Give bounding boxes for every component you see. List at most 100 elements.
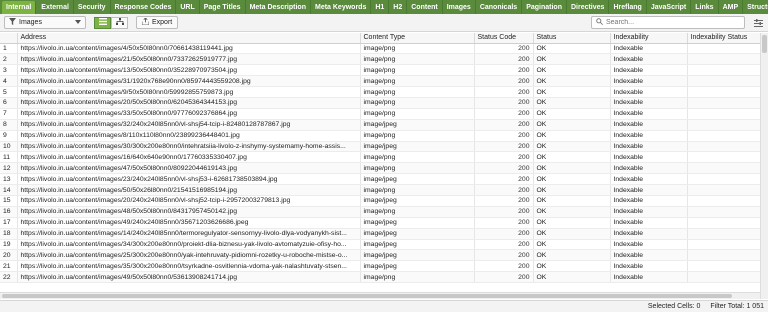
tab-links[interactable]: Links xyxy=(691,0,719,14)
column-header[interactable]: Indexability xyxy=(610,33,688,44)
table-cell[interactable] xyxy=(687,217,761,229)
table-row[interactable]: 8 https://livolo.in.ua/content/images/32/… xyxy=(0,119,761,131)
tab-external[interactable]: External xyxy=(37,0,74,14)
table-cell[interactable]: image/jpeg xyxy=(360,239,475,251)
column-header[interactable]: Address xyxy=(17,33,361,44)
column-settings-icon[interactable] xyxy=(752,17,764,29)
table-cell[interactable]: OK xyxy=(533,206,611,218)
table-cell[interactable]: Indexable xyxy=(610,86,688,98)
table-cell[interactable] xyxy=(687,141,761,153)
search-input[interactable] xyxy=(606,19,736,26)
table-cell[interactable]: https://livolo.in.ua/content/images/13/5… xyxy=(17,64,361,77)
table-cell[interactable]: Indexable xyxy=(610,108,688,120)
table-cell[interactable]: OK xyxy=(533,217,611,229)
table-cell[interactable]: 200 xyxy=(474,97,534,109)
column-header[interactable] xyxy=(0,33,18,44)
table-cell[interactable] xyxy=(687,64,761,77)
table-cell[interactable] xyxy=(687,249,761,262)
table-cell[interactable]: 200 xyxy=(474,217,534,229)
table-cell[interactable] xyxy=(687,53,761,66)
table-cell[interactable]: OK xyxy=(533,75,611,88)
table-cell[interactable]: 5 xyxy=(0,86,18,98)
tab-page-titles[interactable]: Page Titles xyxy=(200,0,246,14)
table-cell[interactable]: https://livolo.in.ua/content/images/32/2… xyxy=(17,119,361,131)
table-cell[interactable] xyxy=(687,97,761,109)
table-cell[interactable]: image/png xyxy=(360,162,475,175)
table-cell[interactable]: OK xyxy=(533,195,611,207)
table-cell[interactable]: Indexable xyxy=(610,271,688,284)
table-cell[interactable]: image/jpeg xyxy=(360,141,475,153)
table-cell[interactable]: Indexable xyxy=(610,173,688,186)
table-cell[interactable]: 200 xyxy=(474,249,534,262)
table-cell[interactable]: https://livolo.in.ua/content/images/8/11… xyxy=(17,130,361,142)
table-cell[interactable]: 2 xyxy=(0,53,18,66)
table-cell[interactable]: Indexable xyxy=(610,151,688,164)
table-cell[interactable]: Indexable xyxy=(610,217,688,229)
table-row[interactable]: 1 https://livolo.in.ua/content/images/4/5… xyxy=(0,43,761,55)
table-row[interactable]: 14 https://livolo.in.ua/content/images/50… xyxy=(0,184,761,196)
table-cell[interactable]: 200 xyxy=(474,184,534,196)
table-cell[interactable]: https://livolo.in.ua/content/images/35/3… xyxy=(17,260,361,273)
tab-structured-data[interactable]: Structured Data xyxy=(743,0,768,14)
table-cell[interactable]: OK xyxy=(533,43,611,55)
table-cell[interactable]: 4 xyxy=(0,75,18,88)
table-cell[interactable]: OK xyxy=(533,271,611,284)
tab-amp[interactable]: AMP xyxy=(719,0,744,14)
table-cell[interactable]: https://livolo.in.ua/content/images/20/2… xyxy=(17,195,361,207)
table-cell[interactable]: Indexable xyxy=(610,195,688,207)
table-cell[interactable]: image/jpeg xyxy=(360,173,475,186)
table-cell[interactable]: image/jpeg xyxy=(360,195,475,207)
table-cell[interactable]: image/jpeg xyxy=(360,228,475,240)
table-cell[interactable]: https://livolo.in.ua/content/images/23/2… xyxy=(17,173,361,186)
table-cell[interactable]: 7 xyxy=(0,108,18,120)
table-cell[interactable]: 200 xyxy=(474,75,534,88)
table-cell[interactable]: 11 xyxy=(0,151,18,164)
table-cell[interactable]: image/png xyxy=(360,86,475,98)
table-cell[interactable] xyxy=(687,271,761,284)
table-cell[interactable]: 16 xyxy=(0,206,18,218)
table-row[interactable]: 3 https://livolo.in.ua/content/images/13/… xyxy=(0,64,761,77)
table-cell[interactable]: image/jpeg xyxy=(360,217,475,229)
tab-meta-description[interactable]: Meta Description xyxy=(246,0,311,14)
table-cell[interactable]: 15 xyxy=(0,195,18,207)
table-cell[interactable]: Indexable xyxy=(610,64,688,77)
table-cell[interactable]: https://livolo.in.ua/content/images/16/6… xyxy=(17,151,361,164)
table-cell[interactable] xyxy=(687,108,761,120)
list-view-button[interactable] xyxy=(94,16,111,29)
table-cell[interactable]: https://livolo.in.ua/content/images/4/50… xyxy=(17,43,361,55)
table-cell[interactable]: https://livolo.in.ua/content/images/30/3… xyxy=(17,141,361,153)
table-cell[interactable]: https://livolo.in.ua/content/images/47/5… xyxy=(17,162,361,175)
table-cell[interactable]: Indexable xyxy=(610,228,688,240)
table-cell[interactable]: https://livolo.in.ua/content/images/48/5… xyxy=(17,206,361,218)
table-row[interactable]: 13 https://livolo.in.ua/content/images/23… xyxy=(0,173,761,186)
table-cell[interactable]: 19 xyxy=(0,239,18,251)
table-cell[interactable] xyxy=(687,86,761,98)
table-row[interactable]: 15 https://livolo.in.ua/content/images/20… xyxy=(0,195,761,207)
table-cell[interactable] xyxy=(687,162,761,175)
table-cell[interactable]: 200 xyxy=(474,86,534,98)
table-cell[interactable]: OK xyxy=(533,173,611,186)
table-cell[interactable]: https://livolo.in.ua/content/images/21/5… xyxy=(17,53,361,66)
tree-view-button[interactable] xyxy=(111,16,128,29)
table-cell[interactable]: 9 xyxy=(0,130,18,142)
horizontal-scrollbar[interactable] xyxy=(0,292,760,299)
table-cell[interactable]: image/png xyxy=(360,271,475,284)
table-cell[interactable]: https://livolo.in.ua/content/images/31/1… xyxy=(17,75,361,88)
table-cell[interactable] xyxy=(687,206,761,218)
table-cell[interactable] xyxy=(687,239,761,251)
table-cell[interactable]: image/png xyxy=(360,130,475,142)
table-cell[interactable]: 21 xyxy=(0,260,18,273)
filter-dropdown[interactable]: Images xyxy=(4,16,86,29)
table-cell[interactable] xyxy=(687,195,761,207)
tab-images[interactable]: Images xyxy=(443,0,476,14)
table-cell[interactable]: image/png xyxy=(360,97,475,109)
table-cell[interactable]: image/png xyxy=(360,64,475,77)
tab-h2[interactable]: H2 xyxy=(389,0,408,14)
table-cell[interactable]: 200 xyxy=(474,64,534,77)
table-cell[interactable]: 12 xyxy=(0,162,18,175)
table-row[interactable]: 17 https://livolo.in.ua/content/images/49… xyxy=(0,217,761,229)
column-header[interactable]: Content Type xyxy=(360,33,475,44)
column-header[interactable]: Status xyxy=(533,33,611,44)
table-cell[interactable]: 6 xyxy=(0,97,18,109)
table-cell[interactable]: 200 xyxy=(474,119,534,131)
